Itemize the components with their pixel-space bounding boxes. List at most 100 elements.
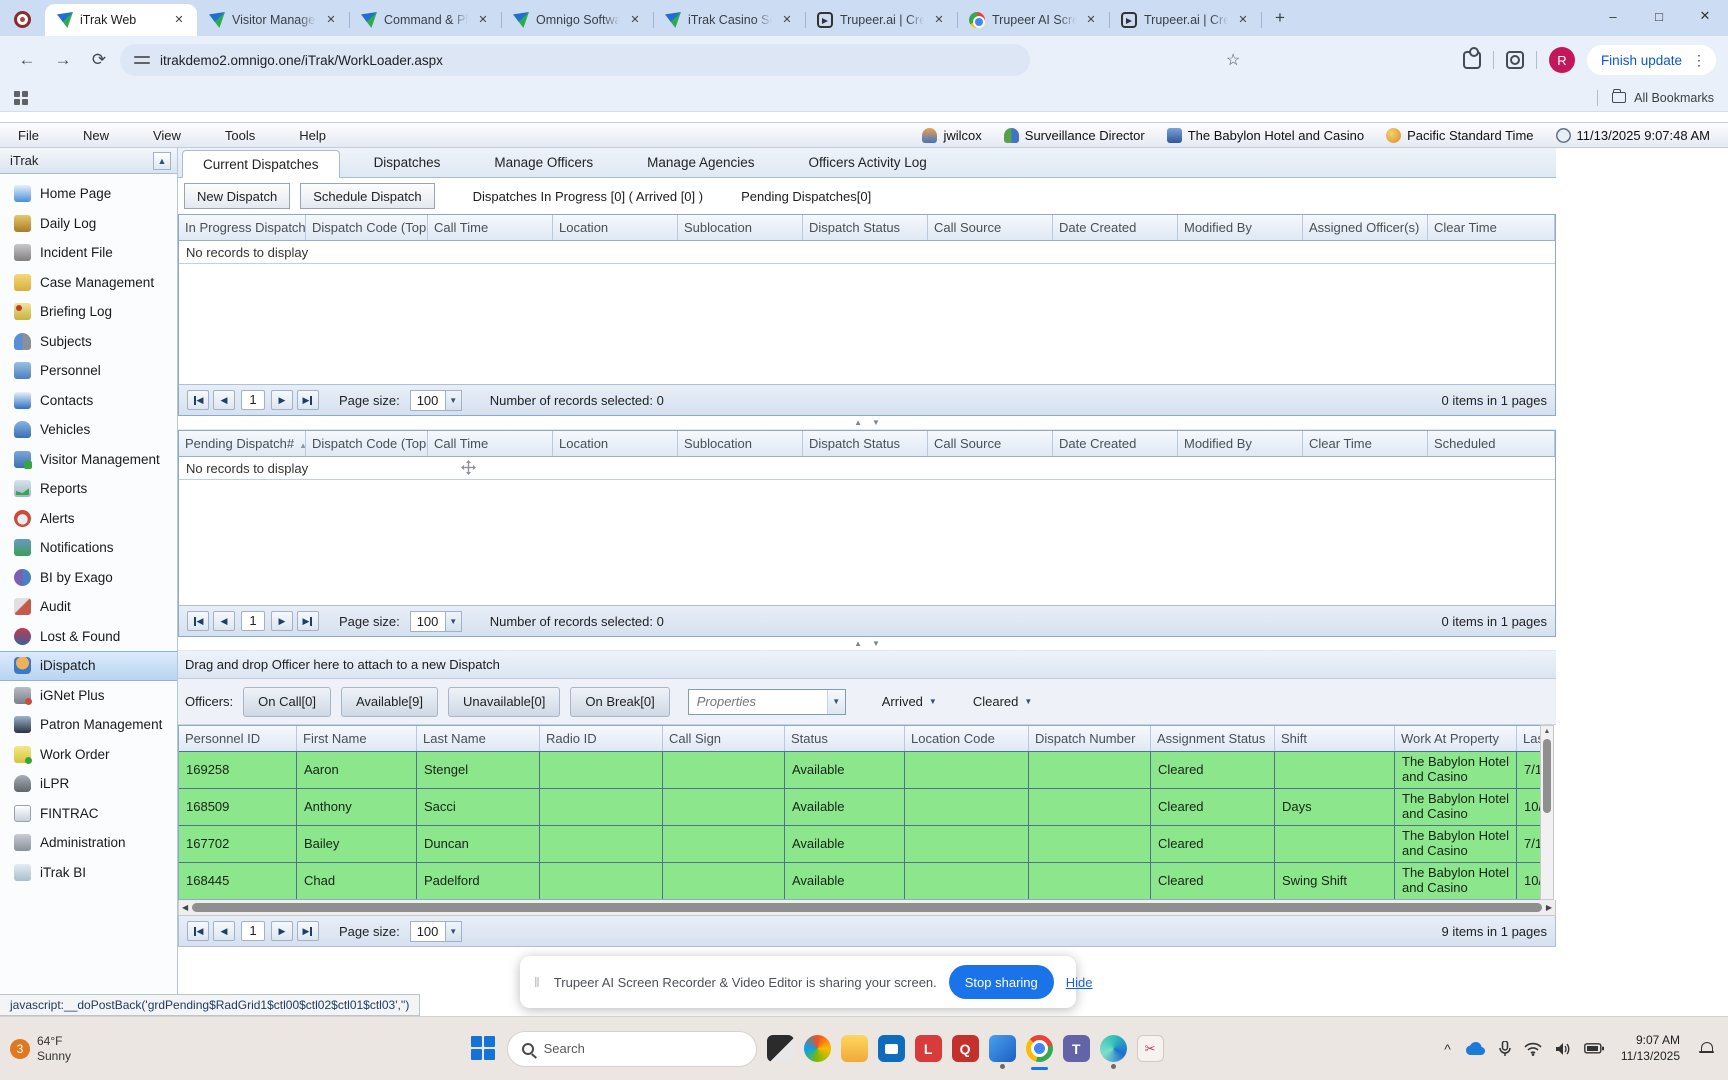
hide-toast-link[interactable]: Hide xyxy=(1066,975,1093,990)
pending-dispatches-count[interactable]: Pending Dispatches[0] xyxy=(741,189,871,204)
tab-close-icon[interactable]: ✕ xyxy=(1083,12,1099,28)
speaker-icon[interactable] xyxy=(1555,1042,1571,1056)
taskbar-app-chrome[interactable] xyxy=(1026,1035,1053,1062)
sidebar-item-personnel[interactable]: Personnel xyxy=(0,356,177,386)
sidebar-item-administration[interactable]: Administration xyxy=(0,828,177,858)
dispatch-dropzone[interactable]: Drag and drop Officer here to attach to … xyxy=(178,651,1556,679)
profile-avatar[interactable]: R xyxy=(1549,47,1575,73)
page-size-select[interactable]: 100▼ xyxy=(410,390,462,411)
new-tab-button[interactable]: + xyxy=(1267,6,1293,32)
window-maximize-button[interactable]: □ xyxy=(1636,0,1682,32)
page-size-select[interactable]: 100▼ xyxy=(410,921,462,942)
pager-prev-button[interactable]: ◀ xyxy=(213,611,235,631)
sidebar-item-reports[interactable]: Reports xyxy=(0,474,177,504)
pager-next-button[interactable]: ▶ xyxy=(271,921,293,941)
arrived-dropdown[interactable]: Arrived▼ xyxy=(882,694,937,709)
col-status[interactable]: Status xyxy=(785,726,905,751)
pager-last-button[interactable]: ▶ xyxy=(297,611,319,631)
filter-unavailable-button[interactable]: Unavailable[0] xyxy=(448,687,560,717)
side-panel-search-icon[interactable] xyxy=(1506,51,1524,69)
taskbar-app-file-explorer[interactable] xyxy=(841,1035,868,1062)
sidebar-item-bi-by-exago[interactable]: BI by Exago xyxy=(0,563,177,593)
pager-last-button[interactable]: ▶ xyxy=(297,921,319,941)
cleared-dropdown[interactable]: Cleared▼ xyxy=(973,694,1032,709)
col-sublocation[interactable]: Sublocation xyxy=(678,431,803,456)
taskbar-app-copilot[interactable] xyxy=(804,1035,831,1062)
tab-close-icon[interactable]: ✕ xyxy=(323,12,339,28)
onedrive-icon[interactable] xyxy=(1464,1041,1486,1056)
col-first-name[interactable]: First Name xyxy=(297,726,417,751)
browser-tab-trupeer-screen[interactable]: Trupeer AI Scree ✕ xyxy=(957,4,1109,36)
col-clear-time[interactable]: Clear Time xyxy=(1428,215,1555,240)
extensions-icon[interactable] xyxy=(1463,51,1481,69)
col-call-source[interactable]: Call Source xyxy=(928,215,1053,240)
url-text[interactable]: itrakdemo2.omnigo.one/iTrak/WorkLoader.a… xyxy=(160,53,443,68)
browser-menu-icon[interactable]: ⋮ xyxy=(1688,52,1710,69)
menu-new[interactable]: New xyxy=(83,128,109,143)
sidebar-item-home-page[interactable]: Home Page xyxy=(0,179,177,209)
browser-tab-visitor-management[interactable]: Visitor Managem ✕ xyxy=(197,4,349,36)
tab-close-icon[interactable]: ✕ xyxy=(779,12,795,28)
menu-tools[interactable]: Tools xyxy=(225,128,255,143)
tab-close-icon[interactable]: ✕ xyxy=(627,12,643,28)
wifi-icon[interactable] xyxy=(1524,1042,1542,1056)
taskbar-app-microsoft-store[interactable] xyxy=(878,1035,905,1062)
officer-row-duncan[interactable]: 167702BaileyDuncanAvailableClearedThe Ba… xyxy=(179,825,1540,862)
col-clear-time[interactable]: Clear Time xyxy=(1303,431,1428,456)
pager-first-button[interactable]: ◀ xyxy=(187,921,209,941)
browser-tab-trupeer-create-2[interactable]: Trupeer.ai | Crea ✕ xyxy=(1109,4,1261,36)
browser-tab-trupeer-create[interactable]: Trupeer.ai | Crea ✕ xyxy=(805,4,957,36)
pager-next-button[interactable]: ▶ xyxy=(271,390,293,410)
sidebar-item-subjects[interactable]: Subjects xyxy=(0,327,177,357)
taskbar-app-power-automate[interactable] xyxy=(989,1035,1016,1062)
col-last-name[interactable]: Last Name xyxy=(417,726,540,751)
taskbar-app-notebook[interactable] xyxy=(767,1035,794,1062)
taskbar-app-teams[interactable]: T xyxy=(1063,1035,1090,1062)
sidebar-collapse-button[interactable]: ▲ xyxy=(153,152,171,170)
window-close-button[interactable]: ✕ xyxy=(1682,0,1728,32)
sidebar-item-lost-found[interactable]: Lost & Found xyxy=(0,622,177,652)
officer-row-padelford[interactable]: 168445ChadPadelfordAvailableClearedSwing… xyxy=(179,862,1540,899)
pager-next-button[interactable]: ▶ xyxy=(271,611,293,631)
tab-manage-officers[interactable]: Manage Officers xyxy=(474,149,613,177)
col-assignment-status[interactable]: Assignment Status xyxy=(1151,726,1275,751)
tab-dispatches[interactable]: Dispatches xyxy=(354,149,461,177)
col-personnel-id[interactable]: Personnel ID xyxy=(179,726,297,751)
col-modified-by[interactable]: Modified By xyxy=(1178,215,1303,240)
col-date-created[interactable]: Date Created xyxy=(1053,215,1178,240)
pager-page-input[interactable]: 1 xyxy=(241,921,265,941)
menu-view[interactable]: View xyxy=(153,128,181,143)
stop-sharing-button[interactable]: Stop sharing xyxy=(949,965,1054,999)
col-dispatch-status[interactable]: Dispatch Status xyxy=(803,215,928,240)
sidebar-item-daily-log[interactable]: Daily Log xyxy=(0,209,177,239)
forward-button[interactable]: → xyxy=(48,45,78,75)
filter-on-call-button[interactable]: On Call[0] xyxy=(243,687,331,717)
pager-first-button[interactable]: ◀ xyxy=(187,611,209,631)
sidebar-item-audit[interactable]: Audit xyxy=(0,592,177,622)
tab-close-icon[interactable]: ✕ xyxy=(171,12,187,28)
sidebar-item-notifications[interactable]: Notifications xyxy=(0,533,177,563)
apps-grid-icon[interactable] xyxy=(14,91,28,105)
battery-icon[interactable] xyxy=(1584,1043,1604,1054)
tab-close-icon[interactable]: ✕ xyxy=(475,12,491,28)
col-location[interactable]: Location xyxy=(553,215,678,240)
col-call-source[interactable]: Call Source xyxy=(928,431,1053,456)
notification-bell-icon[interactable] xyxy=(1699,1041,1714,1056)
taskbar-search[interactable]: Search xyxy=(507,1031,757,1067)
pager-last-button[interactable]: ▶ xyxy=(297,390,319,410)
sidebar-item-ilpr[interactable]: iLPR xyxy=(0,769,177,799)
col-modified-by[interactable]: Modified By xyxy=(1178,431,1303,456)
start-button[interactable] xyxy=(471,1036,497,1062)
finish-update-button[interactable]: Finish update ⋮ xyxy=(1587,45,1716,75)
address-bar[interactable]: itrakdemo2.omnigo.one/iTrak/WorkLoader.a… xyxy=(120,44,1030,76)
officers-vertical-scrollbar[interactable]: ▲ xyxy=(1540,725,1554,900)
weather-widget[interactable]: 3 64°FSunny xyxy=(0,1034,190,1064)
col-dispatch-code[interactable]: Dispatch Code (Topic) xyxy=(306,431,428,456)
sidebar-item-work-order[interactable]: Work Order xyxy=(0,740,177,770)
col-scheduled[interactable]: Scheduled xyxy=(1428,431,1555,456)
col-last-clear[interactable]: Las xyxy=(1517,726,1540,751)
pager-first-button[interactable]: ◀ xyxy=(187,390,209,410)
menu-help[interactable]: Help xyxy=(299,128,326,143)
col-sublocation[interactable]: Sublocation xyxy=(678,215,803,240)
col-location[interactable]: Location xyxy=(553,431,678,456)
